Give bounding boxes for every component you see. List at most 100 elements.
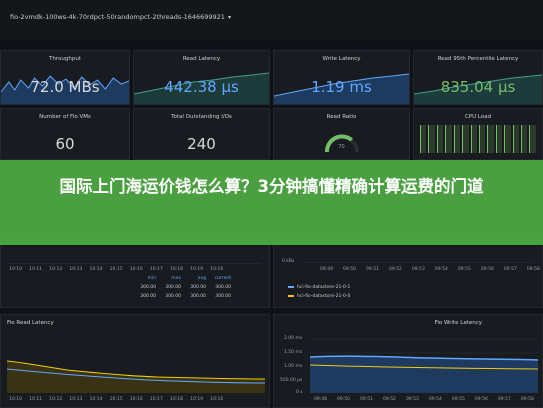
throughput-value: 72.0 MBs xyxy=(30,78,100,96)
time-label: 10:14 xyxy=(89,267,103,272)
panel-title: Total Outstanding I/Os xyxy=(171,114,232,120)
col-header: min xyxy=(147,276,157,281)
cpu-bar xyxy=(462,125,469,153)
article-title: 国际上门海运价钱怎么算？3分钟搞懂精确计算运费的门道 xyxy=(59,177,484,196)
panel-title: Throughput xyxy=(49,56,81,62)
cpu-bar xyxy=(453,125,461,153)
series-swatch xyxy=(288,294,294,297)
fio-write-latency-panel[interactable]: Fio Write Latency 2.00 ms 1.50 ms 1.00 m… xyxy=(273,314,543,408)
read-latency-panel[interactable]: Read Latency 442.38 µs xyxy=(133,50,270,105)
x-axis-labels: 10:10 10:11 10:12 10:13 10:14 10:15 10:1… xyxy=(9,267,223,272)
cpu-bar xyxy=(529,125,536,153)
write-latency-graph xyxy=(310,338,538,393)
chevron-down-icon: ▾ xyxy=(227,14,231,21)
time-label: 10:17 xyxy=(149,397,163,402)
cpu-bar xyxy=(495,125,503,153)
read-ratio-value: 70 xyxy=(338,144,345,150)
legend-label: hci-fio-datastore-21-0-1 xyxy=(297,285,351,290)
cpu-load-bars xyxy=(420,125,536,153)
time-label: 09:52 xyxy=(382,397,396,402)
cpu-load-panel[interactable]: CPU Load xyxy=(413,108,543,160)
time-label: 09:53 xyxy=(411,267,425,272)
time-label: 10:16 xyxy=(210,397,224,402)
col-header: current xyxy=(214,276,231,281)
cell: 300.00 xyxy=(165,285,181,290)
time-label: 09:55 xyxy=(451,397,465,402)
time-label: 10:14 xyxy=(89,397,103,402)
panel-title: Fio Write Latency xyxy=(434,320,482,326)
throughput-panel[interactable]: Throughput 72.0 MBs xyxy=(0,50,130,105)
fio-vms-panel[interactable]: Number of Fio VMs 60 xyxy=(0,108,130,160)
cell: 300.00 xyxy=(165,294,181,299)
time-label: 10:15 xyxy=(109,267,123,272)
x-axis-labels: 10:10 10:11 10:12 10:13 10:14 10:15 10:1… xyxy=(9,397,223,402)
panel-title: Fio Read Latency xyxy=(7,320,54,326)
time-label: 09:55 xyxy=(457,267,471,272)
dashboard-topbar: fio-2vmdk-100ws-4k-70rdpct-50randompct-2… xyxy=(0,0,543,40)
time-label: 10:12 xyxy=(49,397,63,402)
y-tick: 1.50 ms xyxy=(284,350,303,355)
x-axis-labels: 09:49 09:50 09:51 09:52 09:53 09:54 09:5… xyxy=(320,267,540,272)
col-header: max xyxy=(171,276,181,281)
legend-item[interactable]: hci-fio-datastore-21-0-0 xyxy=(288,294,350,299)
time-label: 09:51 xyxy=(359,397,373,402)
time-label: 10:11 xyxy=(29,267,43,272)
cell: 300.00 xyxy=(190,294,206,299)
time-label: 09:56 xyxy=(474,397,488,402)
grid-line xyxy=(9,263,261,264)
panel-title: CPU Load xyxy=(464,114,492,120)
time-label: 09:57 xyxy=(503,267,517,272)
time-label: 10:17 xyxy=(149,267,163,272)
time-label: 10:10 xyxy=(9,397,22,402)
time-label: 10:18 xyxy=(170,397,183,402)
legend-label: hci-fio-datastore-21-0-0 xyxy=(297,294,351,299)
time-label: 09:57 xyxy=(497,397,511,402)
cell: 300.00 xyxy=(140,294,156,299)
y-tick: 1.00 ms xyxy=(284,364,303,369)
time-label: 10:10 xyxy=(9,267,22,272)
read-ratio-gauge xyxy=(324,134,359,153)
read-95th-latency-panel[interactable]: Read 95th Percentile Latency 835.04 µs xyxy=(413,50,543,105)
outstanding-ios-panel[interactable]: Total Outstanding I/Os 240 xyxy=(133,108,270,160)
time-label: 09:48 xyxy=(314,397,327,402)
cpu-bar xyxy=(445,125,452,153)
series-swatch xyxy=(288,285,294,288)
time-label: 10:16 xyxy=(129,397,143,402)
cpu-bar xyxy=(487,125,494,153)
panel-title: Write Latency xyxy=(322,56,361,62)
read-95th-latency-value: 835.04 µs xyxy=(440,78,516,96)
y-tick: 2.00 ms xyxy=(284,336,303,341)
time-label: 09:54 xyxy=(434,267,448,272)
time-label: 10:16 xyxy=(129,267,143,272)
time-label: 10:19 xyxy=(190,397,204,402)
cpu-bar xyxy=(436,125,444,153)
x-axis-labels: 09:48 09:50 09:51 09:52 09:53 09:54 09:5… xyxy=(314,397,534,402)
time-label: 10:13 xyxy=(69,267,83,272)
time-label: 09:49 xyxy=(320,267,333,272)
cell: 300.00 xyxy=(140,285,156,290)
fio-read-latency-panel[interactable]: Fio Read Latency 10:10 10:11 10:12 10:13… xyxy=(0,314,270,408)
panel-title: Read Latency xyxy=(182,56,221,62)
read-ratio-panel[interactable]: Read Ratio 70 xyxy=(273,108,410,160)
time-label: 10:15 xyxy=(109,397,123,402)
legend-item[interactable]: hci-fio-datastore-21-0-1 xyxy=(288,285,350,290)
time-label: 09:50 xyxy=(336,397,350,402)
cpu-bar xyxy=(470,125,477,153)
cpu-bar xyxy=(521,125,528,153)
grid-line xyxy=(304,262,534,263)
cpu-bar xyxy=(420,125,427,153)
time-label: 09:53 xyxy=(405,397,419,402)
panel-title: Read Ratio xyxy=(326,114,357,120)
write-latency-panel[interactable]: Write Latency 1.19 ms xyxy=(273,50,410,105)
read-latency-graph xyxy=(7,360,265,393)
dashboard-title-picker[interactable]: fio-2vmdk-100ws-4k-70rdpct-50randompct-2… xyxy=(10,13,231,21)
col-header: avg xyxy=(197,276,206,281)
time-label: 09:54 xyxy=(428,397,442,402)
cpu-bar xyxy=(504,125,511,153)
time-label: 10:18 xyxy=(170,267,183,272)
time-label: 09:52 xyxy=(388,267,402,272)
outstanding-ios-value: 240 xyxy=(187,135,216,153)
table-row: 300.00 300.00 300.00 300.00 xyxy=(131,285,231,290)
cpu-bar xyxy=(428,125,435,153)
time-label: 10:19 xyxy=(190,267,204,272)
